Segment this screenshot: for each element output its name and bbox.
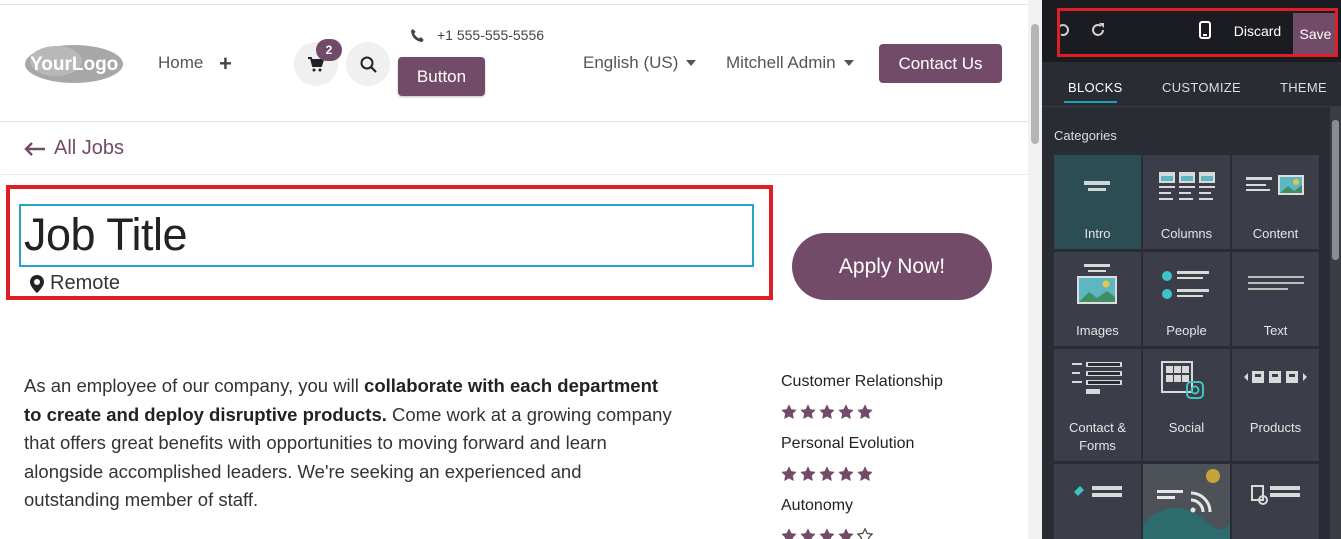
toolbar-highlight-box xyxy=(1057,8,1338,57)
nav-home[interactable]: Home xyxy=(158,53,203,73)
block-label: Content xyxy=(1252,226,1299,241)
star-filled-icon xyxy=(857,404,873,420)
breadcrumb-divider xyxy=(0,174,1028,175)
back-to-all-jobs-link[interactable]: All Jobs xyxy=(24,137,124,160)
skill-label-personal-evolution: Personal Evolution xyxy=(781,435,915,452)
block-label: Contact & Forms xyxy=(1068,420,1127,453)
skill-rating-customer-relationship xyxy=(781,404,873,420)
star-filled-icon xyxy=(781,466,797,482)
language-label: English (US) xyxy=(583,53,679,72)
block-products[interactable]: Products xyxy=(1232,349,1319,461)
clipboard-list-icon xyxy=(1251,485,1300,505)
skill-label-autonomy: Autonomy xyxy=(781,497,854,514)
job-title[interactable]: Job Title xyxy=(24,209,188,261)
star-filled-icon xyxy=(819,466,835,482)
star-filled-icon xyxy=(800,528,816,539)
phone-icon xyxy=(410,28,424,42)
header-divider xyxy=(0,121,1028,122)
all-jobs-label: All Jobs xyxy=(54,137,125,159)
location-label: Remote xyxy=(50,272,121,294)
skill-label-customer-relationship: Customer Relationship xyxy=(781,373,943,390)
arrow-left-icon xyxy=(24,141,45,156)
block-label: Intro xyxy=(1084,226,1111,241)
block-people[interactable]: People xyxy=(1143,252,1230,346)
block-label: Columns xyxy=(1160,226,1213,241)
tab-customize[interactable]: CUSTOMIZE xyxy=(1162,80,1241,95)
star-filled-icon xyxy=(781,528,797,539)
active-tab-indicator xyxy=(1064,101,1117,103)
phone-contact[interactable]: +1 555-555-5556 xyxy=(410,27,544,43)
site-logo[interactable]: YourLogo xyxy=(24,43,125,85)
skill-rating-personal-evolution xyxy=(781,466,873,482)
star-filled-icon xyxy=(781,404,797,420)
rss-banner-icon xyxy=(1143,464,1230,539)
block-row4-col2[interactable] xyxy=(1143,464,1230,539)
star-filled-icon xyxy=(819,404,835,420)
header-cta-button[interactable]: Button xyxy=(398,57,485,96)
contact-us-button[interactable]: Contact Us xyxy=(879,44,1002,83)
job-location: Remote xyxy=(30,272,120,295)
star-filled-icon xyxy=(819,528,835,539)
block-row4-col3[interactable] xyxy=(1232,464,1319,539)
star-filled-icon xyxy=(838,528,854,539)
block-contact-forms[interactable]: Contact & Forms xyxy=(1054,349,1141,461)
star-filled-icon xyxy=(800,466,816,482)
apply-now-button[interactable]: Apply Now! xyxy=(792,233,992,300)
website-preview: YourLogo Home + 2 +1 555-555-5556 Button… xyxy=(0,0,1028,539)
block-label: People xyxy=(1166,323,1207,338)
star-filled-icon xyxy=(857,466,873,482)
star-filled-icon xyxy=(838,404,854,420)
language-selector[interactable]: English (US) xyxy=(583,53,697,73)
description-intro: As an employee of our company, you will xyxy=(24,375,365,396)
svg-text:YourLogo: YourLogo xyxy=(30,54,118,75)
categories-heading: Categories xyxy=(1054,128,1117,143)
block-images[interactable]: Images xyxy=(1054,252,1141,346)
block-label: Images xyxy=(1076,323,1119,338)
block-columns[interactable]: Columns xyxy=(1143,155,1230,249)
user-name: Mitchell Admin xyxy=(726,53,836,72)
phone-number: +1 555-555-5556 xyxy=(437,27,545,43)
block-social[interactable]: Social xyxy=(1143,349,1230,461)
search-icon xyxy=(360,56,377,73)
tabs-divider xyxy=(1042,106,1341,107)
tag-list-icon xyxy=(1074,486,1122,497)
chevron-down-icon xyxy=(686,60,697,66)
tab-blocks[interactable]: BLOCKS xyxy=(1068,80,1123,95)
chevron-down-icon xyxy=(843,60,854,66)
search-button[interactable] xyxy=(346,42,390,86)
block-intro[interactable]: Intro xyxy=(1054,155,1141,249)
star-filled-icon xyxy=(800,404,816,420)
star-filled-icon xyxy=(838,466,854,482)
job-description: As an employee of our company, you will … xyxy=(24,372,674,515)
page-scrollbar-thumb[interactable] xyxy=(1031,24,1039,144)
star-empty-icon xyxy=(857,528,873,539)
editor-panel: Discard Save BLOCKS CUSTOMIZE THEME Cate… xyxy=(1042,0,1341,539)
block-content[interactable]: Content xyxy=(1232,155,1319,249)
block-text[interactable]: Text xyxy=(1232,252,1319,346)
user-menu[interactable]: Mitchell Admin xyxy=(726,53,854,73)
block-label: Products xyxy=(1249,420,1302,435)
tab-theme[interactable]: THEME xyxy=(1280,80,1327,95)
map-marker-icon xyxy=(30,274,44,293)
add-menu-icon[interactable]: + xyxy=(219,51,232,77)
block-label: Text xyxy=(1263,323,1288,338)
block-row4-col1[interactable] xyxy=(1054,464,1141,539)
cart-count-badge: 2 xyxy=(316,39,342,61)
top-divider xyxy=(0,4,1028,5)
editor-scrollbar-thumb[interactable] xyxy=(1332,120,1339,260)
skill-rating-autonomy xyxy=(781,528,873,539)
block-label: Social xyxy=(1168,420,1205,435)
